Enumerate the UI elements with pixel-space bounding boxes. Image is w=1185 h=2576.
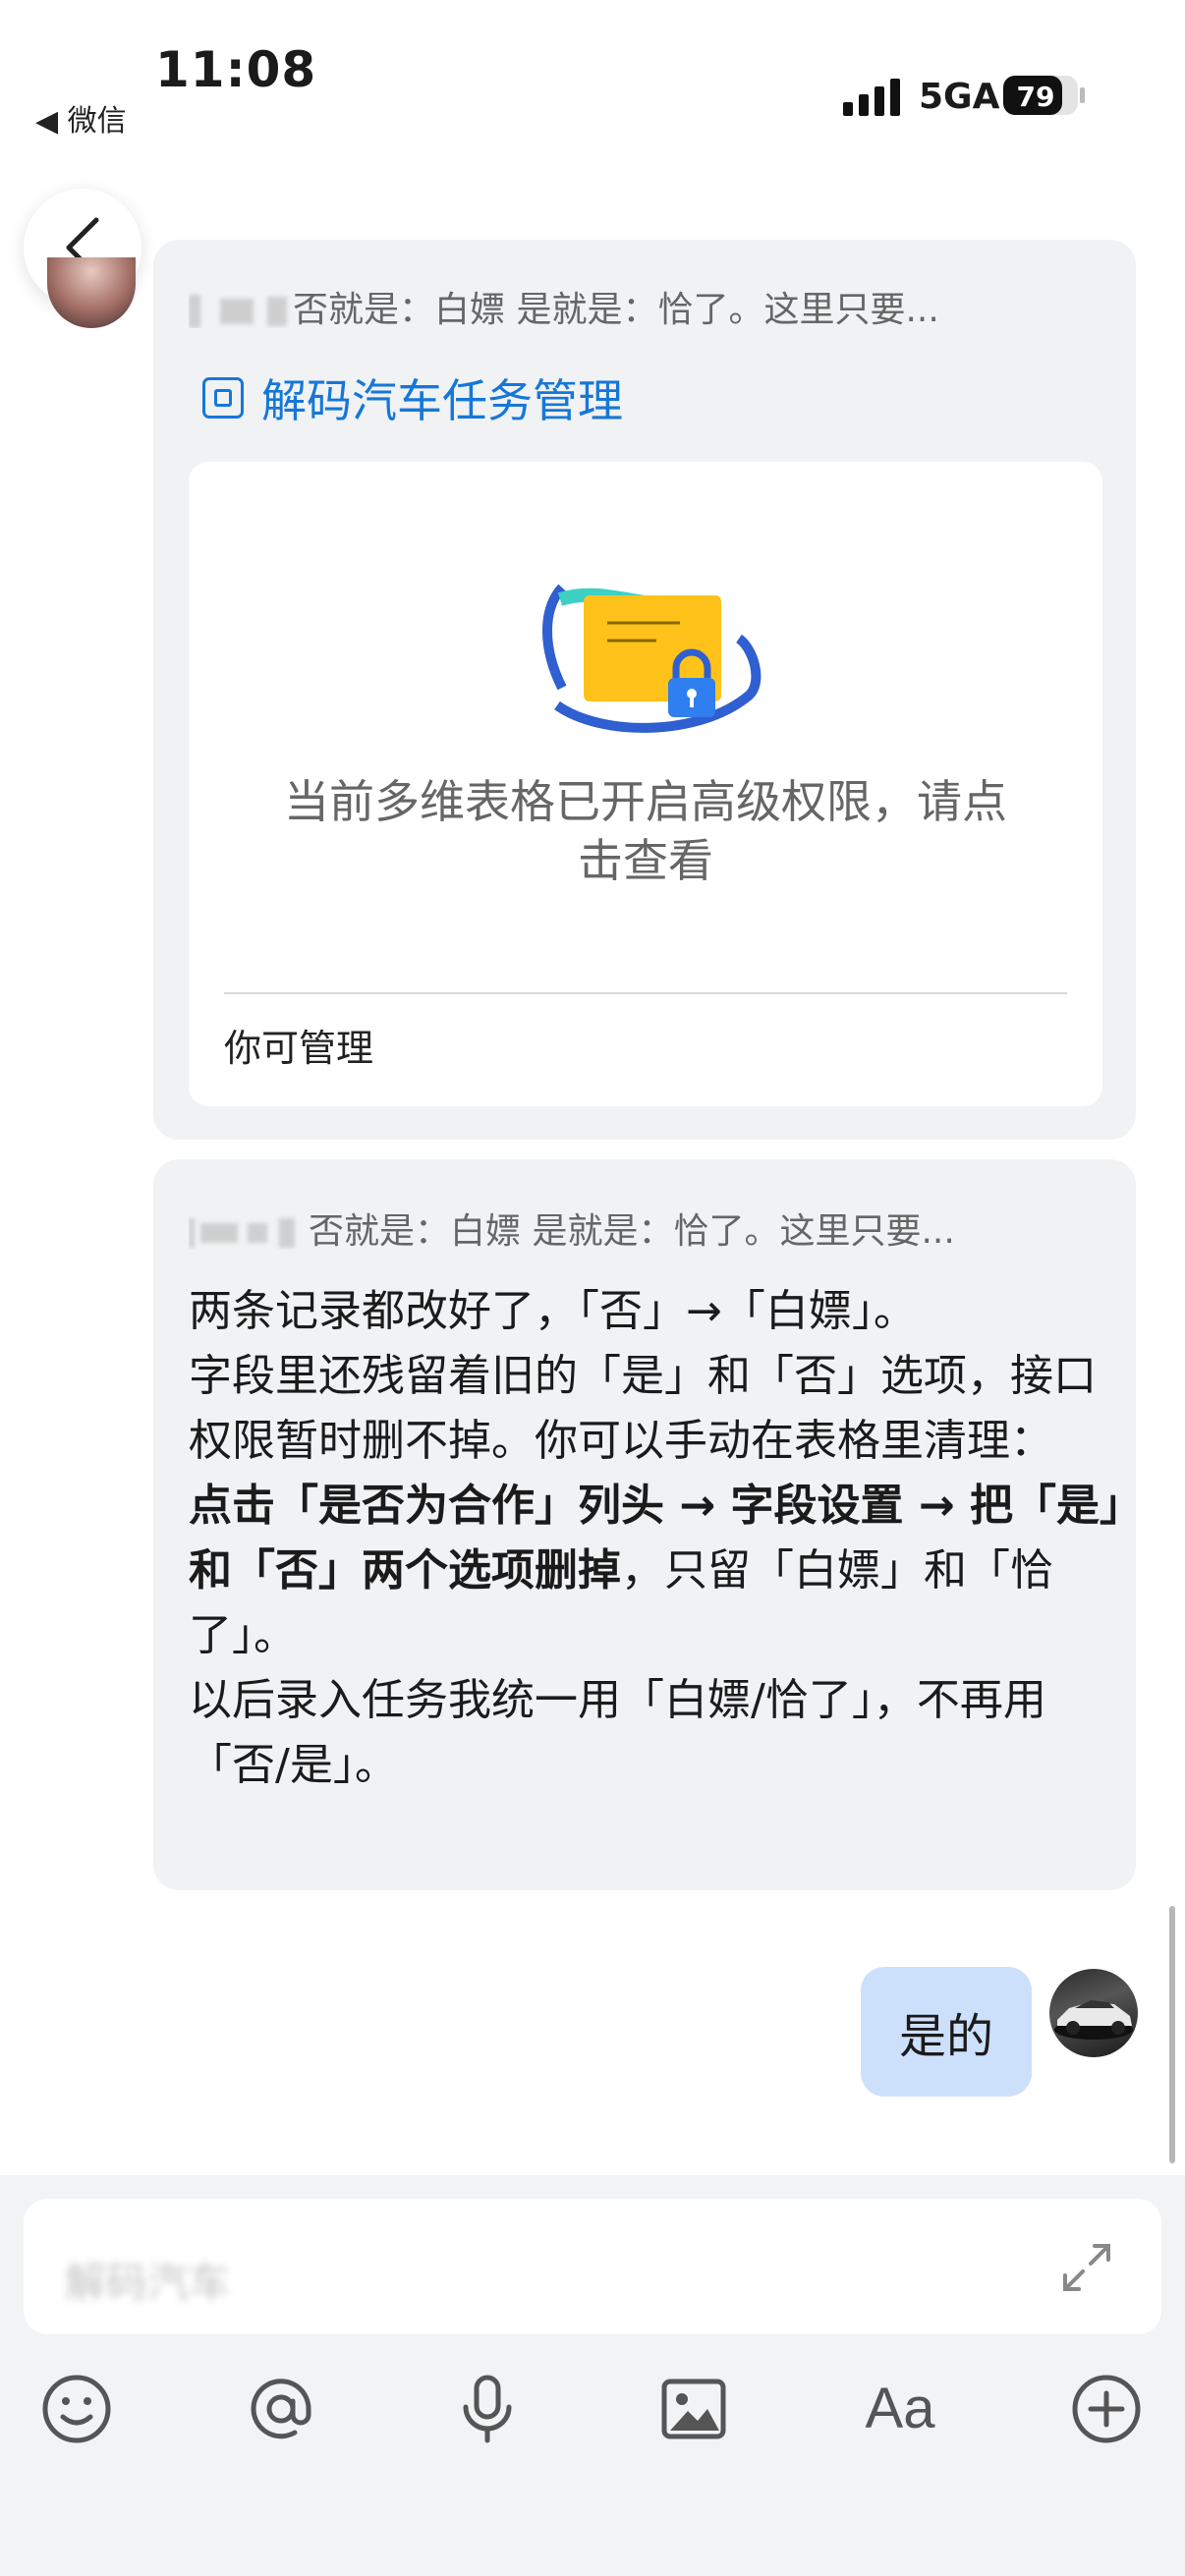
message-line: 两条记录都改好了，「否」→「白嫖」。 <box>189 1286 917 1336</box>
my-message-bubble[interactable]: 是的 <box>861 1967 1032 2097</box>
card-permission-text: 当前多维表格已开启高级权限，请点击查看 <box>284 775 1007 887</box>
at-icon[interactable] <box>244 2372 318 2446</box>
expand-icon[interactable] <box>1057 2238 1116 2297</box>
redacted-name <box>189 295 200 328</box>
permission-card[interactable]: 当前多维表格已开启高级权限，请点击查看 你可管理 <box>189 462 1102 1106</box>
plus-icon[interactable] <box>1069 2372 1144 2446</box>
message-text: 两条记录都改好了，「否」→「白嫖」。 字段里还残留着旧的「是」和「否」选项，接口… <box>189 1279 1122 1798</box>
doc-title: 解码汽车任务管理 <box>261 374 623 427</box>
redacted-name <box>279 1218 295 1248</box>
message-line: 点击「是否为合作」列头 → 字段设置 → 把「是」和「否」两个选项删掉，只留「白… <box>189 1474 1122 1668</box>
input-draft-text: 解码汽车 <box>65 2259 231 2307</box>
back-to-app-label[interactable]: ◀ 微信 <box>35 96 127 140</box>
message-line: 以后录入任务我统一用「白嫖/恰了」，不再用「否/是」。 <box>189 1675 1046 1790</box>
sender-avatar[interactable] <box>47 257 136 328</box>
scrollbar[interactable] <box>1169 1906 1175 2163</box>
emoji-icon[interactable] <box>39 2372 114 2446</box>
locked-document-icon <box>542 584 762 733</box>
car-avatar-icon <box>1054 2000 1133 2040</box>
card-footer-text: 你可管理 <box>224 1027 374 1070</box>
battery-icon: 79 <box>1003 76 1085 115</box>
my-avatar[interactable] <box>1049 1969 1138 2057</box>
redacted-name <box>267 297 287 326</box>
redacted-name <box>200 1223 238 1243</box>
card-divider <box>224 992 1067 994</box>
status-time: 11:08 <box>155 41 317 98</box>
font-icon[interactable]: Aa <box>863 2372 937 2446</box>
doc-icon <box>202 377 244 419</box>
quoted-reply[interactable]: 否就是：白嫖 是就是：恰了。这里只要... <box>189 1203 1132 1250</box>
redacted-name <box>248 1223 267 1243</box>
quoted-text: 否就是：白嫖 是就是：恰了。这里只要... <box>293 290 939 328</box>
doc-title-link[interactable]: 解码汽车任务管理 <box>202 365 623 430</box>
quoted-text: 否就是：白嫖 是就是：恰了。这里只要... <box>309 1211 955 1250</box>
battery-level: 79 <box>1017 81 1055 113</box>
message-line: 字段里还残留着旧的「是」和「否」选项，接口权限暂时删不掉。你可以手动在表格里清理… <box>189 1351 1097 1466</box>
my-message-text: 是的 <box>898 2009 993 2064</box>
redacted-name <box>220 299 254 324</box>
image-icon[interactable] <box>656 2372 731 2446</box>
quoted-reply[interactable]: 否就是：白嫖 是就是：恰了。这里只要... <box>189 281 1132 328</box>
signal-icon <box>843 79 900 116</box>
microphone-icon[interactable] <box>450 2372 525 2446</box>
redacted-name <box>189 1218 195 1248</box>
network-type: 5GA <box>919 77 1000 117</box>
